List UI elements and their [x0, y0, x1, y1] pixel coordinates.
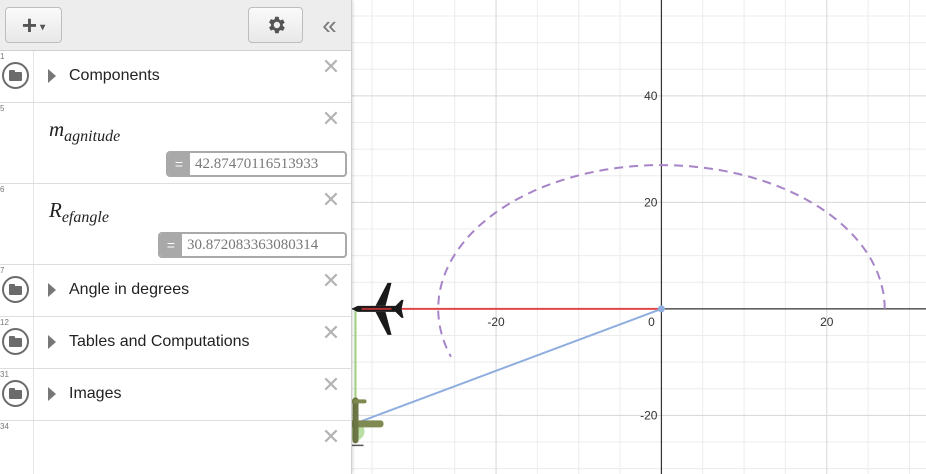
expand-triangle-icon[interactable]	[48, 69, 56, 83]
x-tick-label: 0	[648, 315, 655, 329]
expression-index: 12	[0, 318, 9, 327]
delete-expression-icon[interactable]: ✕	[321, 270, 341, 292]
folder-label: Images	[69, 385, 122, 402]
folder-components[interactable]: 1 Components ✕	[0, 51, 351, 103]
expression-toolbar: + ▾ «	[0, 0, 351, 51]
x-tick-label: -20	[487, 315, 505, 329]
expression-index: 7	[0, 266, 5, 275]
folder-label: Angle in degrees	[69, 281, 190, 298]
equals-badge: =	[160, 234, 182, 256]
plus-icon: +	[21, 9, 38, 40]
expression-index: 5	[0, 104, 5, 113]
expression-gutter: 34	[0, 421, 34, 474]
expression-index: 6	[0, 185, 5, 194]
y-tick-label: 20	[644, 195, 658, 209]
folder-label: Tables and Computations	[69, 333, 250, 350]
airplane-stripe	[361, 307, 392, 310]
origin-point	[657, 305, 665, 313]
expression-index: 34	[0, 422, 9, 431]
delete-expression-icon[interactable]: ✕	[321, 426, 341, 448]
airplane-wing	[375, 311, 392, 335]
x-tick-label: 20	[820, 315, 834, 329]
folder-icon	[2, 380, 29, 407]
y-tick-label: 40	[644, 89, 658, 103]
folder-tables-and-computations[interactable]: 12 Tables and Computations ✕	[0, 317, 351, 369]
variable-name: R	[49, 198, 62, 222]
expression-refangle[interactable]: 6 Refangle = 30.872083363080314 ✕	[0, 184, 351, 265]
expression-gutter: 12	[0, 317, 34, 368]
expression-gutter: 7	[0, 265, 34, 316]
expand-triangle-icon[interactable]	[48, 335, 56, 349]
variable-subscript: agnitude	[64, 128, 121, 145]
graphing-calculator: -60-40-200204020-20 +▾ « 1 Components	[0, 0, 926, 474]
expression-panel: + ▾ « 1 Components ✕ 5 magnitude = 42.87…	[0, 0, 352, 474]
expression-math[interactable]: magnitude	[49, 117, 121, 145]
expand-triangle-icon[interactable]	[48, 283, 56, 297]
evaluation-box: = 42.87470116513933	[166, 151, 347, 177]
airplane-icon	[351, 282, 404, 335]
settings-button[interactable]	[248, 7, 303, 43]
evaluated-value: 42.87470116513933	[195, 155, 319, 172]
expand-triangle-icon[interactable]	[48, 387, 56, 401]
add-expression-button[interactable]: + ▾	[5, 7, 62, 43]
expression-gutter: 5	[0, 103, 34, 183]
y-tick-label: -20	[640, 408, 658, 422]
expression-gutter: 1	[0, 51, 34, 102]
collapse-panel-button[interactable]: «	[314, 9, 342, 41]
delete-expression-icon[interactable]: ✕	[321, 56, 341, 78]
delete-expression-icon[interactable]: ✕	[321, 189, 341, 211]
folder-angle-in-degrees[interactable]: 7 Angle in degrees ✕	[0, 265, 351, 317]
expression-index: 1	[0, 52, 5, 61]
airplane-wing	[375, 282, 392, 306]
expression-gutter: 6	[0, 184, 34, 264]
double-chevron-left-icon: «	[322, 9, 337, 40]
expression-index: 31	[0, 370, 9, 379]
evaluated-value: 30.872083363080314	[187, 236, 319, 253]
plotted-objects	[327, 164, 886, 447]
folder-icon	[2, 328, 29, 355]
variable-name: m	[49, 117, 65, 141]
delete-expression-icon[interactable]: ✕	[321, 322, 341, 344]
plane-fuselage	[352, 397, 359, 444]
folder-icon	[2, 276, 29, 303]
delete-expression-icon[interactable]: ✕	[321, 108, 341, 130]
expression-magnitude[interactable]: 5 magnitude = 42.87470116513933 ✕	[0, 103, 351, 184]
folder-label: Components	[69, 67, 160, 84]
caret-down-icon: ▾	[40, 21, 46, 33]
equals-badge: =	[168, 153, 190, 175]
expression-math[interactable]: Refangle	[49, 198, 109, 226]
variable-subscript: efangle	[61, 209, 109, 226]
evaluation-box: = 30.872083363080314	[158, 232, 347, 258]
folder-icon	[2, 62, 29, 89]
expression-gutter: 31	[0, 369, 34, 420]
folder-images[interactable]: 31 Images ✕	[0, 369, 351, 421]
delete-expression-icon[interactable]: ✕	[321, 374, 341, 396]
expression-empty[interactable]: 34 ✕	[0, 421, 351, 474]
gear-icon	[268, 16, 285, 34]
resultant-vector	[355, 307, 662, 425]
